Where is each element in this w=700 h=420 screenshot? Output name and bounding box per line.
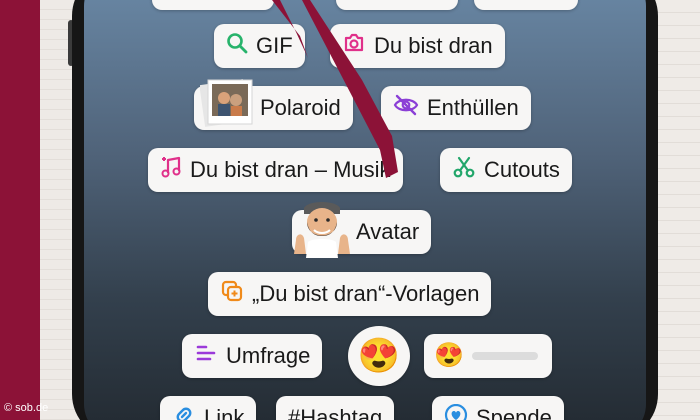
sticker-gif[interactable]: GIF (214, 24, 305, 68)
sticker-vorlagen-label: „Du bist dran“-Vorlagen (252, 281, 480, 306)
sticker-cutouts-label: Cutouts (484, 157, 560, 182)
sticker-link[interactable]: Link (160, 396, 257, 420)
watermark: © sob.de (4, 402, 49, 414)
scissors-icon (452, 155, 476, 185)
sticker-emoji-reaction[interactable]: 😍 (348, 326, 410, 386)
sticker-emoji-slider[interactable]: 😍 (424, 334, 552, 378)
sticker-polaroid-label: Polaroid (260, 95, 341, 120)
search-icon (226, 32, 248, 60)
eye-off-icon (393, 94, 419, 122)
polaroid-photo-icon (199, 78, 256, 133)
sticker-du-bist-dran-label: Du bist dran (374, 33, 493, 58)
sticker-chip-top-2[interactable] (336, 0, 458, 10)
sticker-chip-top-3[interactable] (474, 0, 578, 10)
sticker-du-bist-dran-musik-label: Du bist dran – Musik (190, 157, 391, 182)
sticker-chip-top-1[interactable] (152, 0, 274, 10)
sticker-spende-label: Spende (476, 405, 552, 420)
slider-track[interactable] (471, 352, 538, 360)
sticker-link-label: Link (204, 405, 245, 420)
sticker-enthuellen[interactable]: Enthüllen (381, 86, 531, 130)
heart-icon (444, 403, 468, 420)
sticker-hashtag[interactable]: #Hashtag (276, 396, 395, 420)
sticker-spende[interactable]: Spende (432, 396, 564, 420)
sticker-umfrage[interactable]: Umfrage (182, 334, 323, 378)
poll-lines-icon (194, 342, 218, 370)
camera-icon (342, 32, 366, 60)
page-accent-strip (0, 0, 40, 420)
sticker-umfrage-label: Umfrage (226, 343, 311, 368)
sticker-gif-label: GIF (256, 33, 293, 58)
avatar-icon (290, 198, 356, 263)
sticker-enthuellen-label: Enthüllen (427, 95, 519, 120)
music-note-icon (160, 155, 182, 185)
sticker-du-bist-dran-musik[interactable]: Du bist dran – Musik (148, 148, 403, 192)
sticker-cutouts[interactable]: Cutouts (440, 148, 572, 192)
sticker-avatar-label: Avatar (356, 219, 420, 244)
link-icon (172, 404, 196, 420)
heart-eyes-emoji: 😍 (357, 337, 401, 375)
template-stack-icon (220, 279, 244, 309)
sticker-vorlagen[interactable]: „Du bist dran“-Vorlagen (208, 272, 492, 316)
sticker-hashtag-label: #Hashtag (288, 405, 383, 420)
sticker-du-bist-dran[interactable]: Du bist dran (330, 24, 505, 68)
slider-emoji: 😍 (434, 342, 464, 369)
